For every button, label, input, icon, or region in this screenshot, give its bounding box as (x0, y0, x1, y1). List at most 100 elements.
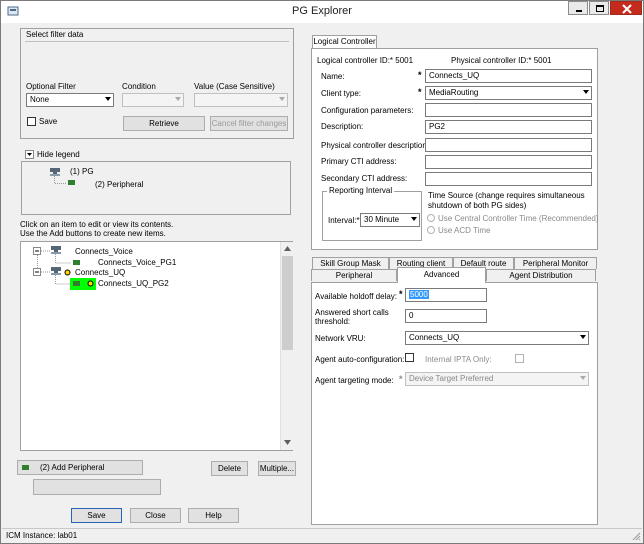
time-source-central-label: Use Central Controller Time (Recommended… (438, 214, 599, 223)
physical-description-input[interactable] (425, 138, 592, 152)
chevron-down-icon (580, 335, 586, 339)
close-icon (622, 4, 632, 14)
secondary-cti-input[interactable] (425, 172, 592, 186)
network-vru-select[interactable]: Connects_UQ (405, 331, 589, 345)
modified-marker-icon (64, 269, 71, 276)
scroll-up-icon[interactable] (284, 246, 291, 251)
add-button-secondary[interactable] (33, 479, 161, 495)
save-button[interactable]: Save (71, 508, 122, 523)
legend-toggle-button[interactable] (25, 150, 34, 159)
physical-description-label: Physical controller description: (321, 141, 430, 150)
tab-skill-group-mask[interactable]: Skill Group Mask (312, 257, 389, 269)
tree-node-connects-uq-pg2[interactable]: Connects_UQ_PG2 (98, 279, 169, 288)
logical-id-label: Logical controller ID:* 5001 (317, 56, 414, 65)
delete-button[interactable]: Delete (211, 461, 248, 476)
chevron-down-icon (583, 90, 589, 94)
required-asterisk: * (418, 87, 422, 97)
collapse-node-voice[interactable] (33, 247, 41, 255)
interval-label: Interval:* (328, 216, 360, 225)
time-source-acd-radio[interactable] (427, 226, 435, 234)
agent-auto-config-checkbox[interactable] (405, 353, 414, 362)
interval-value: 30 Minute (364, 215, 400, 224)
chevron-down-icon (279, 97, 285, 101)
cancel-filter-changes-button[interactable]: Cancel filter changes (210, 116, 288, 131)
tab-peripheral[interactable]: Peripheral (311, 269, 397, 281)
modified-marker-icon (87, 280, 94, 287)
interval-select[interactable]: 30 Minute (360, 213, 420, 227)
legend-item-pg: (1) PG (70, 167, 94, 176)
hide-legend-label[interactable]: Hide legend (37, 150, 80, 159)
pg-node-icon (51, 267, 61, 275)
internal-ipta-checkbox[interactable] (515, 354, 524, 363)
help-button[interactable]: Help (188, 508, 239, 523)
internal-ipta-label: Internal IPTA Only: (425, 355, 492, 364)
name-input[interactable]: Connects_UQ (425, 69, 592, 83)
description-input[interactable]: PG2 (425, 120, 592, 134)
optional-filter-value: None (30, 95, 50, 104)
config-params-input[interactable] (425, 103, 592, 117)
tree-node-connects-uq[interactable]: Connects_UQ (75, 268, 125, 277)
network-vru-value: Connects_UQ (409, 333, 460, 342)
required-asterisk: * (418, 70, 422, 80)
minus-icon (35, 250, 39, 252)
maximize-button[interactable] (589, 1, 609, 15)
network-vru-label: Network VRU: (315, 334, 366, 343)
condition-label: Condition (122, 82, 156, 91)
multiple-button[interactable]: Multiple... (258, 461, 296, 476)
chevron-down-icon (580, 376, 586, 380)
tab-peripheral-monitor[interactable]: Peripheral Monitor (514, 257, 597, 269)
scroll-down-icon[interactable] (284, 440, 291, 445)
tab-agent-distribution[interactable]: Agent Distribution (486, 269, 596, 281)
scroll-thumb[interactable] (282, 256, 293, 350)
title-bar: PG Explorer (1, 1, 643, 23)
close-button[interactable]: Close (130, 508, 181, 523)
advanced-panel: Available holdoff delay: * 5000 Answered… (311, 282, 598, 525)
filter-divider (25, 41, 289, 42)
time-source-label: Time Source (change requires simultaneou… (428, 191, 585, 210)
maximize-icon (596, 5, 604, 12)
description-label: Description: (321, 122, 364, 131)
chevron-down-icon (175, 97, 181, 101)
physical-id-label: Physical controller ID:* 5001 (451, 56, 552, 65)
minimize-button[interactable] (568, 1, 588, 15)
add-peripheral-button[interactable]: (2) Add Peripheral (17, 460, 143, 475)
short-calls-label-line2: threshold: (315, 317, 351, 326)
required-asterisk: * (399, 374, 403, 384)
chevron-down-icon (411, 217, 417, 221)
resize-grip-icon[interactable] (631, 531, 641, 541)
close-window-button[interactable] (610, 1, 642, 15)
tab-logical-controller[interactable]: Logical Controller (312, 35, 377, 49)
chevron-down-icon (105, 97, 111, 101)
condition-select[interactable] (122, 93, 184, 107)
short-calls-input[interactable]: 0 (405, 309, 487, 323)
value-select[interactable] (194, 93, 288, 107)
client-type-label: Client type: (321, 89, 362, 98)
client-type-select[interactable]: MediaRouting (425, 86, 592, 100)
pg-node-icon (51, 246, 61, 254)
retrieve-button[interactable]: Retrieve (123, 116, 205, 131)
add-peripheral-label: (2) Add Peripheral (40, 463, 105, 472)
secondary-cti-label: Secondary CTI address: (321, 174, 408, 183)
instruction-line-1: Click on an item to edit or view its con… (20, 220, 174, 229)
legend-box: (1) PG (2) Peripheral (21, 161, 291, 215)
holdoff-delay-label: Available holdoff delay: (315, 292, 397, 301)
save-filter-checkbox[interactable] (27, 117, 36, 126)
optional-filter-select[interactable]: None (26, 93, 114, 107)
tree-node-connects-voice[interactable]: Connects_Voice (75, 247, 133, 256)
name-label: Name: (321, 72, 345, 81)
tree-node-connects-voice-pg1[interactable]: Connects_Voice_PG1 (98, 258, 176, 267)
tree-vertical-scrollbar[interactable] (280, 242, 293, 450)
reporting-interval-label: Reporting Interval (327, 186, 395, 195)
agent-targeting-select[interactable]: Device Target Preferred (405, 372, 589, 386)
primary-cti-input[interactable] (425, 155, 592, 169)
tab-advanced[interactable]: Advanced (397, 267, 486, 283)
holdoff-delay-input[interactable]: 5000 (405, 288, 487, 302)
filter-section-title: Select filter data (26, 30, 84, 39)
collapse-arrow-icon (27, 153, 32, 156)
optional-filter-label: Optional Filter (26, 82, 76, 91)
time-source-central-radio[interactable] (427, 214, 435, 222)
peripheral-node-icon (68, 180, 75, 185)
filter-group: Select filter data Optional Filter None … (20, 28, 294, 139)
collapse-node-uq[interactable] (33, 268, 41, 276)
agent-targeting-value: Device Target Preferred (409, 374, 494, 383)
